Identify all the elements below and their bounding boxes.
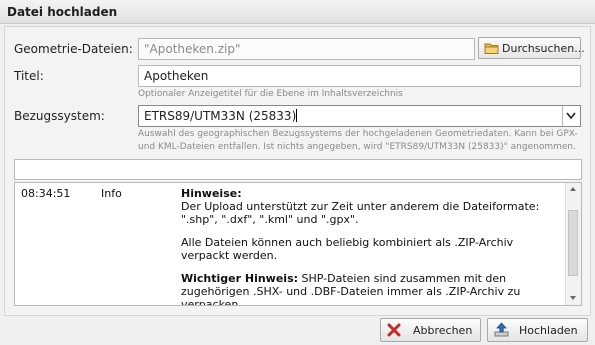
- crs-hint-line-2: und KML-Dateien entfallen. Ist nichts an…: [138, 142, 576, 152]
- scroll-up-icon[interactable]: [569, 186, 577, 192]
- scroll-thumb[interactable]: [568, 210, 578, 276]
- log-zip-text: Alle Dateien können auch beliebig kombin…: [181, 236, 514, 262]
- crs-dropdown-toggle[interactable]: [562, 106, 580, 126]
- message-log: 08:34:51 Info Hinweise: Der Upload unter…: [14, 182, 582, 306]
- browse-button[interactable]: Durchsuchen...: [478, 37, 585, 59]
- upload-icon: [494, 322, 509, 340]
- log-heading: Hinweise:: [181, 187, 242, 200]
- log-important-label: Wichtiger Hinweis:: [181, 272, 299, 285]
- cancel-button[interactable]: Abbrechen: [380, 318, 481, 342]
- title-hint: Optionaler Anzeigetitel für die Ebene im…: [138, 89, 403, 99]
- cancel-button-label: Abbrechen: [413, 324, 473, 337]
- dialog-title: Datei hochladen: [7, 5, 118, 19]
- browse-button-label: Durchsuchen...: [502, 42, 585, 55]
- chevron-down-icon: [566, 112, 576, 120]
- log-level: Info: [101, 187, 122, 200]
- file-label: Geometrie-Dateien:: [14, 42, 133, 56]
- scroll-down-icon[interactable]: [569, 295, 577, 301]
- text-cursor: [296, 109, 298, 122]
- title-label: Titel:: [14, 69, 44, 83]
- crs-select[interactable]: ETRS89/UTM33N (25833): [138, 105, 581, 127]
- crs-select-value: ETRS89/UTM33N (25833): [144, 109, 297, 123]
- folder-icon: [484, 41, 499, 58]
- log-important: Wichtiger Hinweis: SHP-Dateien sind zusa…: [181, 272, 557, 305]
- log-scrollbar[interactable]: [565, 183, 581, 305]
- title-input[interactable]: Apotheken: [138, 65, 581, 87]
- log-formats-text: Der Upload unterstützt zur Zeit unter an…: [181, 200, 540, 226]
- upload-button-label: Hochladen: [519, 324, 578, 337]
- log-time: 08:34:51: [21, 187, 71, 200]
- crs-hint-line-1: Auswahl des geographischen Bezugssystems…: [138, 129, 578, 139]
- file-path-field[interactable]: "Apotheken.zip": [138, 38, 475, 60]
- log-message: Hinweise: Der Upload unterstützt zur Zei…: [181, 187, 557, 305]
- upload-progress-bar: [14, 159, 582, 180]
- upload-button[interactable]: Hochladen: [487, 318, 588, 342]
- dialog-titlebar: Datei hochladen: [0, 0, 595, 24]
- cancel-icon: [387, 323, 401, 340]
- crs-label: Bezugssystem:: [14, 109, 105, 123]
